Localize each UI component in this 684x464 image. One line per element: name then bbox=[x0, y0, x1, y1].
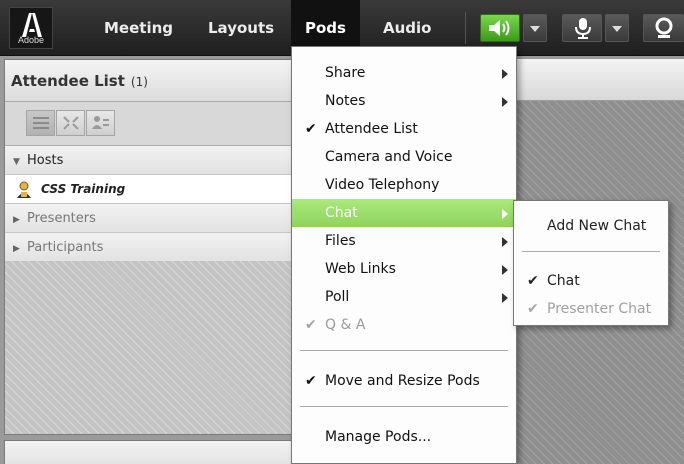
submenu-arrow-icon bbox=[502, 209, 508, 219]
menu-item-label: Share bbox=[325, 65, 366, 81]
menu-item-label: Camera and Voice bbox=[325, 149, 453, 165]
menu-separator bbox=[300, 406, 508, 407]
menu-layouts[interactable]: Layouts bbox=[208, 0, 274, 56]
menu-item-label: Video Telephony bbox=[325, 177, 440, 193]
submenu-arrow-icon bbox=[502, 69, 508, 79]
submenu-item-label: Add New Chat bbox=[547, 218, 647, 234]
speaker-options-button[interactable] bbox=[523, 14, 547, 42]
chevron-down-icon bbox=[530, 26, 540, 32]
checkmark-icon: ✔ bbox=[305, 121, 317, 137]
host-icon bbox=[17, 181, 31, 198]
menu-item-files[interactable]: Files bbox=[292, 227, 516, 255]
menu-item-label: Q & A bbox=[325, 317, 366, 333]
collapsed-arrow-icon: ▶ bbox=[13, 244, 20, 254]
menu-item-label: Web Links bbox=[325, 261, 396, 277]
submenu-item-label: Presenter Chat bbox=[547, 301, 652, 317]
menu-item-label: Poll bbox=[325, 289, 350, 305]
expand-view-icon bbox=[63, 116, 79, 130]
list-view-button[interactable] bbox=[26, 110, 55, 136]
adobe-logo: Adobe bbox=[9, 7, 53, 49]
attendee-view-icon bbox=[92, 116, 109, 129]
adobe-logo-text: Adobe bbox=[17, 35, 45, 45]
camera-icon bbox=[655, 17, 673, 38]
menu-item-web-links[interactable]: Web Links bbox=[292, 255, 516, 283]
menu-item-label: Attendee List bbox=[325, 121, 418, 137]
menu-item-poll[interactable]: Poll bbox=[292, 283, 516, 311]
chevron-down-icon bbox=[612, 26, 622, 32]
submenu-arrow-icon bbox=[502, 97, 508, 107]
menu-item-chat[interactable]: Chat bbox=[292, 199, 516, 227]
pod-title: Attendee List bbox=[11, 72, 125, 90]
toolbar-divider bbox=[465, 12, 466, 44]
menu-item-q-and-a: ✔ Q & A bbox=[292, 311, 516, 339]
group-label: Presenters bbox=[27, 211, 96, 226]
group-label: Participants bbox=[27, 240, 104, 255]
menu-item-video-telephony[interactable]: Video Telephony bbox=[292, 171, 516, 199]
chat-submenu: Add New Chat ✔ Chat ✔ Presenter Chat bbox=[513, 200, 669, 326]
checkmark-icon: ✔ bbox=[305, 373, 317, 389]
expand-arrow-icon: ▼ bbox=[13, 157, 20, 167]
menu-item-label: Manage Pods... bbox=[325, 429, 432, 445]
speaker-button[interactable] bbox=[480, 14, 520, 42]
checkmark-icon: ✔ bbox=[527, 273, 539, 289]
menu-item-move-and-resize-pods[interactable]: ✔ Move and Resize Pods bbox=[292, 367, 516, 395]
submenu-item-presenter-chat: ✔ Presenter Chat bbox=[514, 295, 668, 323]
microphone-icon bbox=[575, 18, 591, 39]
menu-item-label: Notes bbox=[325, 93, 366, 109]
checkmark-icon: ✔ bbox=[305, 317, 317, 333]
submenu-arrow-icon bbox=[502, 265, 508, 275]
attendee-view-button[interactable] bbox=[86, 110, 115, 136]
speaker-icon bbox=[489, 20, 510, 36]
menu-item-label: Chat bbox=[325, 205, 358, 221]
menu-item-manage-pods[interactable]: Manage Pods... bbox=[292, 423, 516, 451]
menu-item-share[interactable]: Share bbox=[292, 59, 516, 87]
submenu-item-label: Chat bbox=[547, 273, 580, 289]
menu-item-notes[interactable]: Notes bbox=[292, 87, 516, 115]
adobe-logo-icon bbox=[22, 13, 42, 37]
submenu-separator bbox=[522, 251, 660, 252]
submenu-arrow-icon bbox=[502, 237, 508, 247]
menu-item-label: Move and Resize Pods bbox=[325, 373, 480, 389]
menu-item-camera-and-voice[interactable]: Camera and Voice bbox=[292, 143, 516, 171]
attendee-name: CSS Training bbox=[41, 182, 126, 196]
attendee-count: (1) bbox=[130, 75, 148, 89]
menu-separator bbox=[300, 350, 508, 351]
menu-item-label: Files bbox=[325, 233, 356, 249]
collapsed-arrow-icon: ▶ bbox=[13, 215, 20, 225]
microphone-options-button[interactable] bbox=[605, 14, 629, 42]
pods-dropdown-menu: Share Notes ✔ Attendee List Camera and V… bbox=[291, 46, 517, 464]
camera-button[interactable] bbox=[643, 14, 684, 42]
menu-meeting[interactable]: Meeting bbox=[104, 0, 173, 56]
submenu-item-chat[interactable]: ✔ Chat bbox=[514, 267, 668, 295]
menu-item-attendee-list[interactable]: ✔ Attendee List bbox=[292, 115, 516, 143]
checkmark-icon: ✔ bbox=[527, 301, 539, 317]
group-label: Hosts bbox=[27, 153, 64, 168]
list-view-icon bbox=[33, 117, 49, 129]
submenu-item-add-new-chat[interactable]: Add New Chat bbox=[514, 212, 668, 240]
expand-view-button[interactable] bbox=[56, 110, 85, 136]
microphone-button[interactable] bbox=[562, 14, 602, 42]
submenu-arrow-icon bbox=[502, 293, 508, 303]
